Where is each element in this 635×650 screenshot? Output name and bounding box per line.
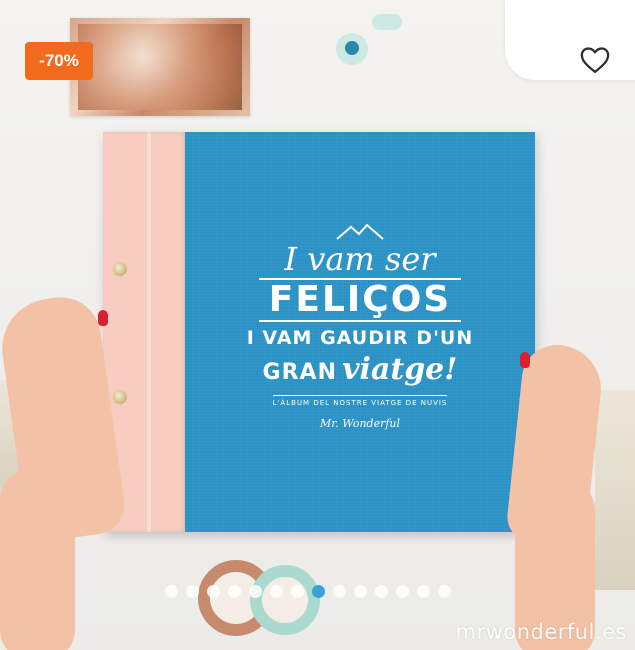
fingernail (98, 310, 108, 326)
discount-badge: -70% (25, 42, 93, 80)
cover-brand-logo: Mr. Wonderful (319, 417, 401, 430)
carousel-dot[interactable] (375, 585, 388, 598)
carousel-dot[interactable] (291, 585, 304, 598)
cover-line-4a: GRAN (262, 360, 337, 385)
carousel-dot[interactable] (270, 585, 283, 598)
binding-screw (113, 390, 127, 404)
cover-subtitle: L'ÀLBUM DEL NOSTRE VIATGE DE NUVIS (272, 395, 448, 407)
carousel-dot[interactable] (354, 585, 367, 598)
carousel-dot[interactable] (417, 585, 430, 598)
carousel-dot[interactable] (228, 585, 241, 598)
fingernail (520, 352, 530, 368)
washi-tape-roll (250, 565, 320, 635)
carousel-dot[interactable] (207, 585, 220, 598)
map-pin-decoration (372, 14, 402, 30)
background-map (595, 390, 635, 590)
carousel-dot[interactable] (312, 585, 325, 598)
left-arm (0, 470, 75, 650)
cover-line-4: GRAN viatge! (185, 352, 535, 387)
binding-screw (113, 262, 127, 276)
photo-album-book: I vam ser FELIÇOS I VAM GAUDIR D'UN GRAN… (103, 132, 535, 532)
favorite-button[interactable] (575, 40, 615, 80)
background-photo (70, 18, 250, 116)
product-image-gallery[interactable]: I vam ser FELIÇOS I VAM GAUDIR D'UN GRAN… (0, 0, 635, 650)
carousel-dot[interactable] (165, 585, 178, 598)
carousel-dot[interactable] (396, 585, 409, 598)
carousel-dot[interactable] (333, 585, 346, 598)
mountain-icon (336, 224, 384, 240)
carousel-dot[interactable] (249, 585, 262, 598)
map-pin-decoration (345, 41, 359, 55)
carousel-indicator (165, 585, 451, 598)
cover-line-1: I vam ser (284, 240, 436, 278)
cover-line-2: FELIÇOS (258, 278, 462, 322)
cover-line-4b: viatge! (342, 352, 458, 387)
watermark: mrwonderful.es (455, 620, 627, 644)
heart-outline-icon (580, 47, 610, 73)
carousel-dot[interactable] (438, 585, 451, 598)
cover-title: I vam ser FELIÇOS I VAM GAUDIR D'UN GRAN… (185, 224, 535, 430)
carousel-dot[interactable] (186, 585, 199, 598)
album-cover: I vam ser FELIÇOS I VAM GAUDIR D'UN GRAN… (185, 132, 535, 532)
cover-line-3: I VAM GAUDIR D'UN (246, 327, 474, 349)
background-camera (505, 0, 635, 80)
